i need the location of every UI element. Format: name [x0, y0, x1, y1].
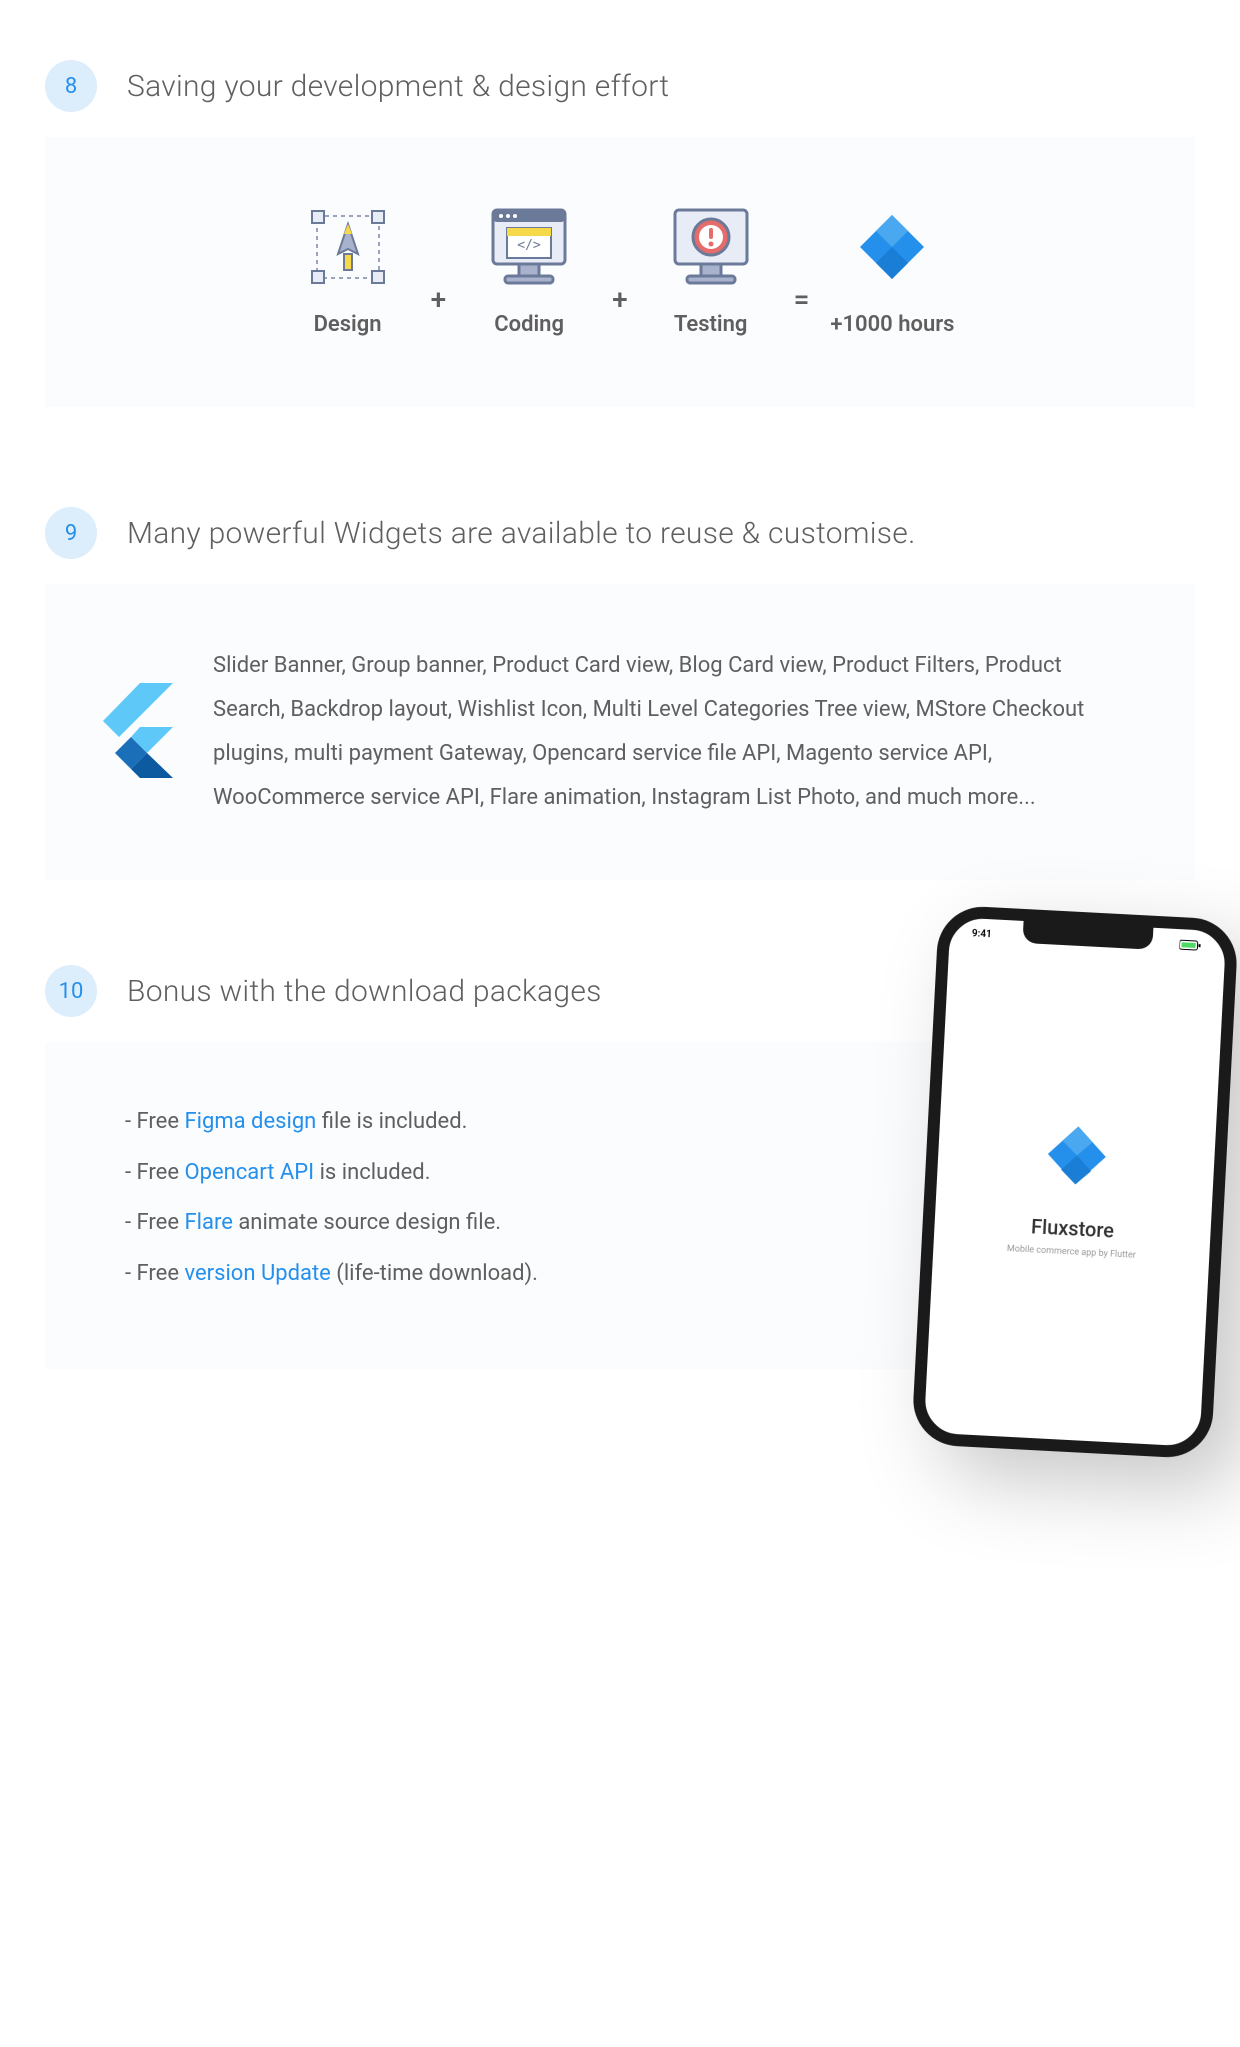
card-widgets: Slider Banner, Group banner, Product Car…: [45, 584, 1195, 880]
op-plus-2: +: [612, 228, 628, 316]
section-title-8: Saving your development & design effort: [127, 69, 669, 104]
effort-coding-label: Coding: [494, 312, 564, 337]
design-icon: [307, 207, 389, 287]
op-equals: =: [794, 228, 810, 316]
link-opencart[interactable]: Opencart API: [184, 1160, 314, 1185]
phone-app-logo-icon: [1040, 1119, 1114, 1193]
section-header-9: 9 Many powerful Widgets are available to…: [45, 507, 1195, 559]
svg-text:</>: </>: [517, 238, 541, 253]
section-badge-10: 10: [45, 965, 97, 1017]
link-flare[interactable]: Flare: [184, 1210, 232, 1235]
phone-content: Fluxstore Mobile commerce app by Flutter: [1007, 1117, 1143, 1261]
phone-time: 9:41: [971, 928, 992, 943]
effort-coding: </> Coding: [464, 207, 594, 337]
effort-design-label: Design: [314, 312, 382, 337]
card-bonus: - Free Figma design file is included. - …: [45, 1042, 1195, 1369]
section-number-10: 10: [59, 979, 84, 1004]
link-figma[interactable]: Figma design: [184, 1109, 316, 1134]
widgets-body: Slider Banner, Group banner, Product Car…: [213, 644, 1125, 820]
coding-icon: </>: [485, 207, 573, 287]
effort-result: +1000 hours: [827, 207, 957, 337]
op-plus-1: +: [431, 228, 447, 316]
section-title-9: Many powerful Widgets are available to r…: [127, 516, 916, 551]
phone-app-subtitle: Mobile commerce app by Flutter: [1007, 1244, 1136, 1261]
link-version[interactable]: version Update: [184, 1261, 330, 1286]
phone-app-title: Fluxstore: [1007, 1213, 1137, 1244]
effort-result-label: +1000 hours: [830, 312, 954, 337]
effort-row: Design + </> Coding +: [85, 207, 1155, 337]
diamond-icon: [852, 207, 932, 287]
card-effort: Design + </> Coding +: [45, 137, 1195, 407]
effort-testing-label: Testing: [674, 312, 748, 337]
phone-body: 9:41 Fluxstore Mobile commerce app by Fl…: [911, 905, 1239, 1460]
phone-mockup: 9:41 Fluxstore Mobile commerce app by Fl…: [911, 905, 1239, 1460]
effort-design: Design: [283, 207, 413, 337]
section-header-8: 8 Saving your development & design effor…: [45, 60, 1195, 112]
section-number-9: 9: [65, 521, 77, 546]
flutter-icon: [95, 683, 173, 782]
testing-icon: [667, 207, 755, 287]
section-badge-8: 8: [45, 60, 97, 112]
phone-battery-icon: [1179, 939, 1204, 954]
section-badge-9: 9: [45, 507, 97, 559]
effort-testing: Testing: [646, 207, 776, 337]
section-number-8: 8: [65, 74, 77, 99]
section-title-10: Bonus with the download packages: [127, 974, 602, 1009]
